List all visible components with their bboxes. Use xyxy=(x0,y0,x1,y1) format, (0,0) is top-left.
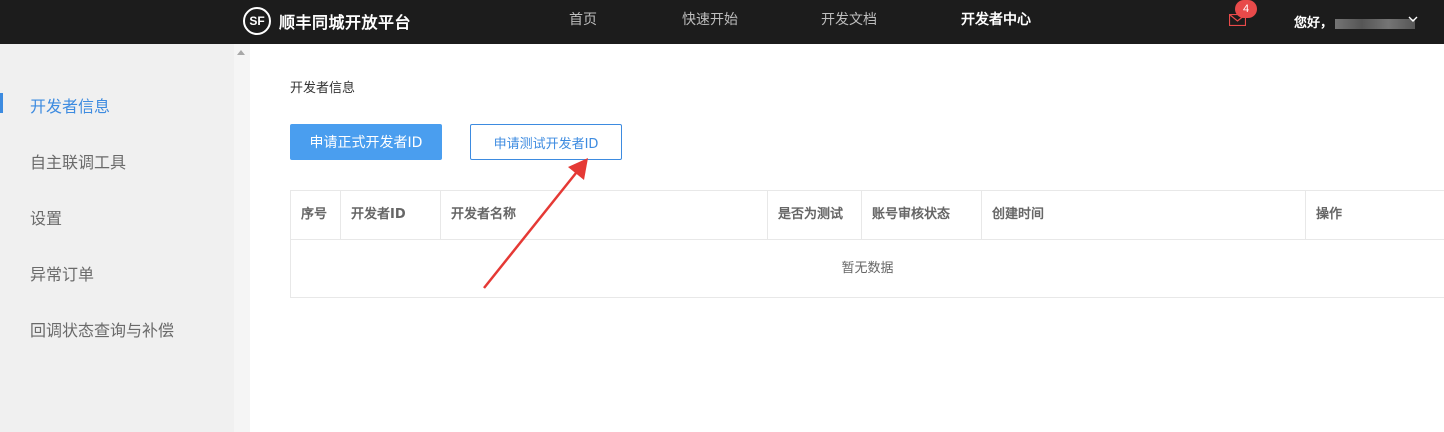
brand-name: 顺丰同城开放平台 xyxy=(279,13,412,32)
chevron-down-icon[interactable] xyxy=(1408,15,1418,23)
col-actions: 操作 xyxy=(1316,207,1343,222)
col-developer-id: 开发者ID xyxy=(341,191,441,239)
masked-username xyxy=(1335,18,1416,29)
active-indicator xyxy=(0,93,3,113)
apply-formal-developer-id-button[interactable]: 申请正式开发者ID xyxy=(290,124,442,160)
nav-home[interactable]: 首页 xyxy=(569,0,597,44)
developer-table: 序号 开发者ID 开发者名称 是否为测试 账号审核状态 创建时间 操作 暂无数据 xyxy=(290,190,1444,298)
nav-developer-center[interactable]: 开发者中心 xyxy=(961,0,1031,44)
message-count-badge: 4 xyxy=(1235,0,1257,18)
top-navbar: SF 顺丰同城开放平台 首页 快速开始 开发文档 开发者中心 4 您好， xyxy=(0,0,1444,44)
apply-test-developer-id-button[interactable]: 申请测试开发者ID xyxy=(470,124,622,160)
col-review-status: 账号审核状态 xyxy=(862,191,982,239)
sidebar-item-debug-tool[interactable]: 自主联调工具 xyxy=(30,149,126,173)
col-created-time: 创建时间 xyxy=(982,191,1306,239)
brand-logo[interactable]: SF 顺丰同城开放平台 xyxy=(243,7,411,35)
table-header: 序号 开发者ID 开发者名称 是否为测试 账号审核状态 创建时间 操作 xyxy=(291,191,1444,240)
sidebar-item-abnormal-orders[interactable]: 异常订单 xyxy=(30,261,94,285)
nav-quick-start[interactable]: 快速开始 xyxy=(682,0,738,44)
sidebar-item-callback-query[interactable]: 回调状态查询与补偿 xyxy=(30,317,174,341)
sidebar-scrollbar[interactable] xyxy=(234,44,250,432)
col-developer-name: 开发者名称 xyxy=(441,191,768,239)
greeting-text: 您好， xyxy=(1294,16,1334,31)
col-is-test: 是否为测试 xyxy=(768,191,862,239)
sf-logo-icon: SF xyxy=(243,7,271,35)
scroll-up-arrow-icon[interactable] xyxy=(237,50,245,55)
user-greeting[interactable]: 您好， xyxy=(1294,12,1416,31)
empty-state-text: 暂无数据 xyxy=(841,261,894,276)
sidebar-item-settings[interactable]: 设置 xyxy=(30,205,62,229)
col-index: 序号 xyxy=(291,191,341,239)
sidebar-item-developer-info[interactable]: 开发者信息 xyxy=(30,93,110,117)
page-title: 开发者信息 xyxy=(290,81,356,96)
nav-dev-docs[interactable]: 开发文档 xyxy=(821,0,877,44)
